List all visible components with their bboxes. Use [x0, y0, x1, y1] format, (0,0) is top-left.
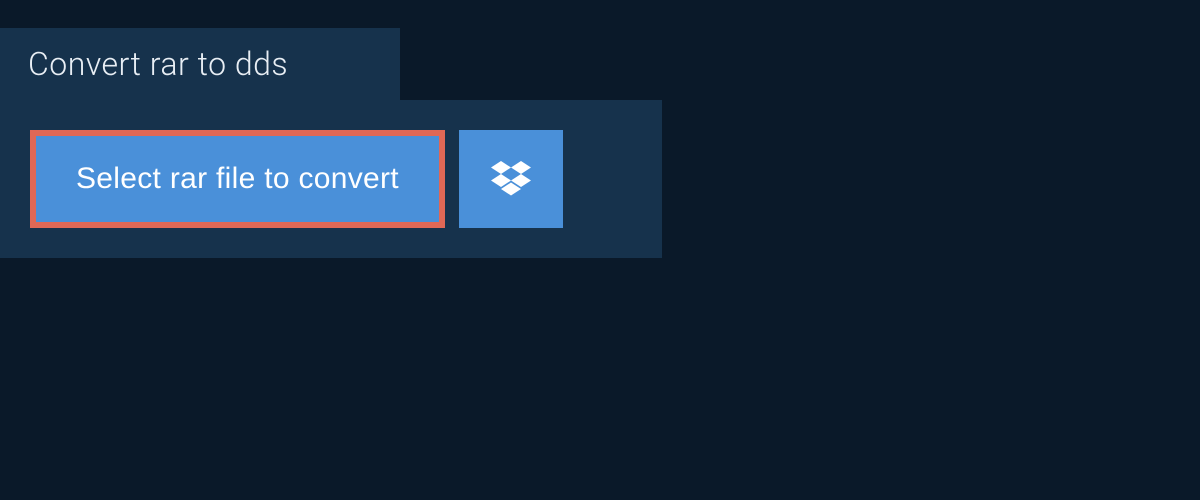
- dropbox-icon: [491, 161, 531, 197]
- action-panel: Select rar file to convert: [0, 100, 662, 258]
- select-file-button[interactable]: Select rar file to convert: [36, 136, 439, 222]
- select-file-highlight: Select rar file to convert: [30, 130, 445, 228]
- tab-header: Convert rar to dds: [0, 28, 400, 100]
- page-title: Convert rar to dds: [28, 45, 288, 83]
- dropbox-button[interactable]: [459, 130, 563, 228]
